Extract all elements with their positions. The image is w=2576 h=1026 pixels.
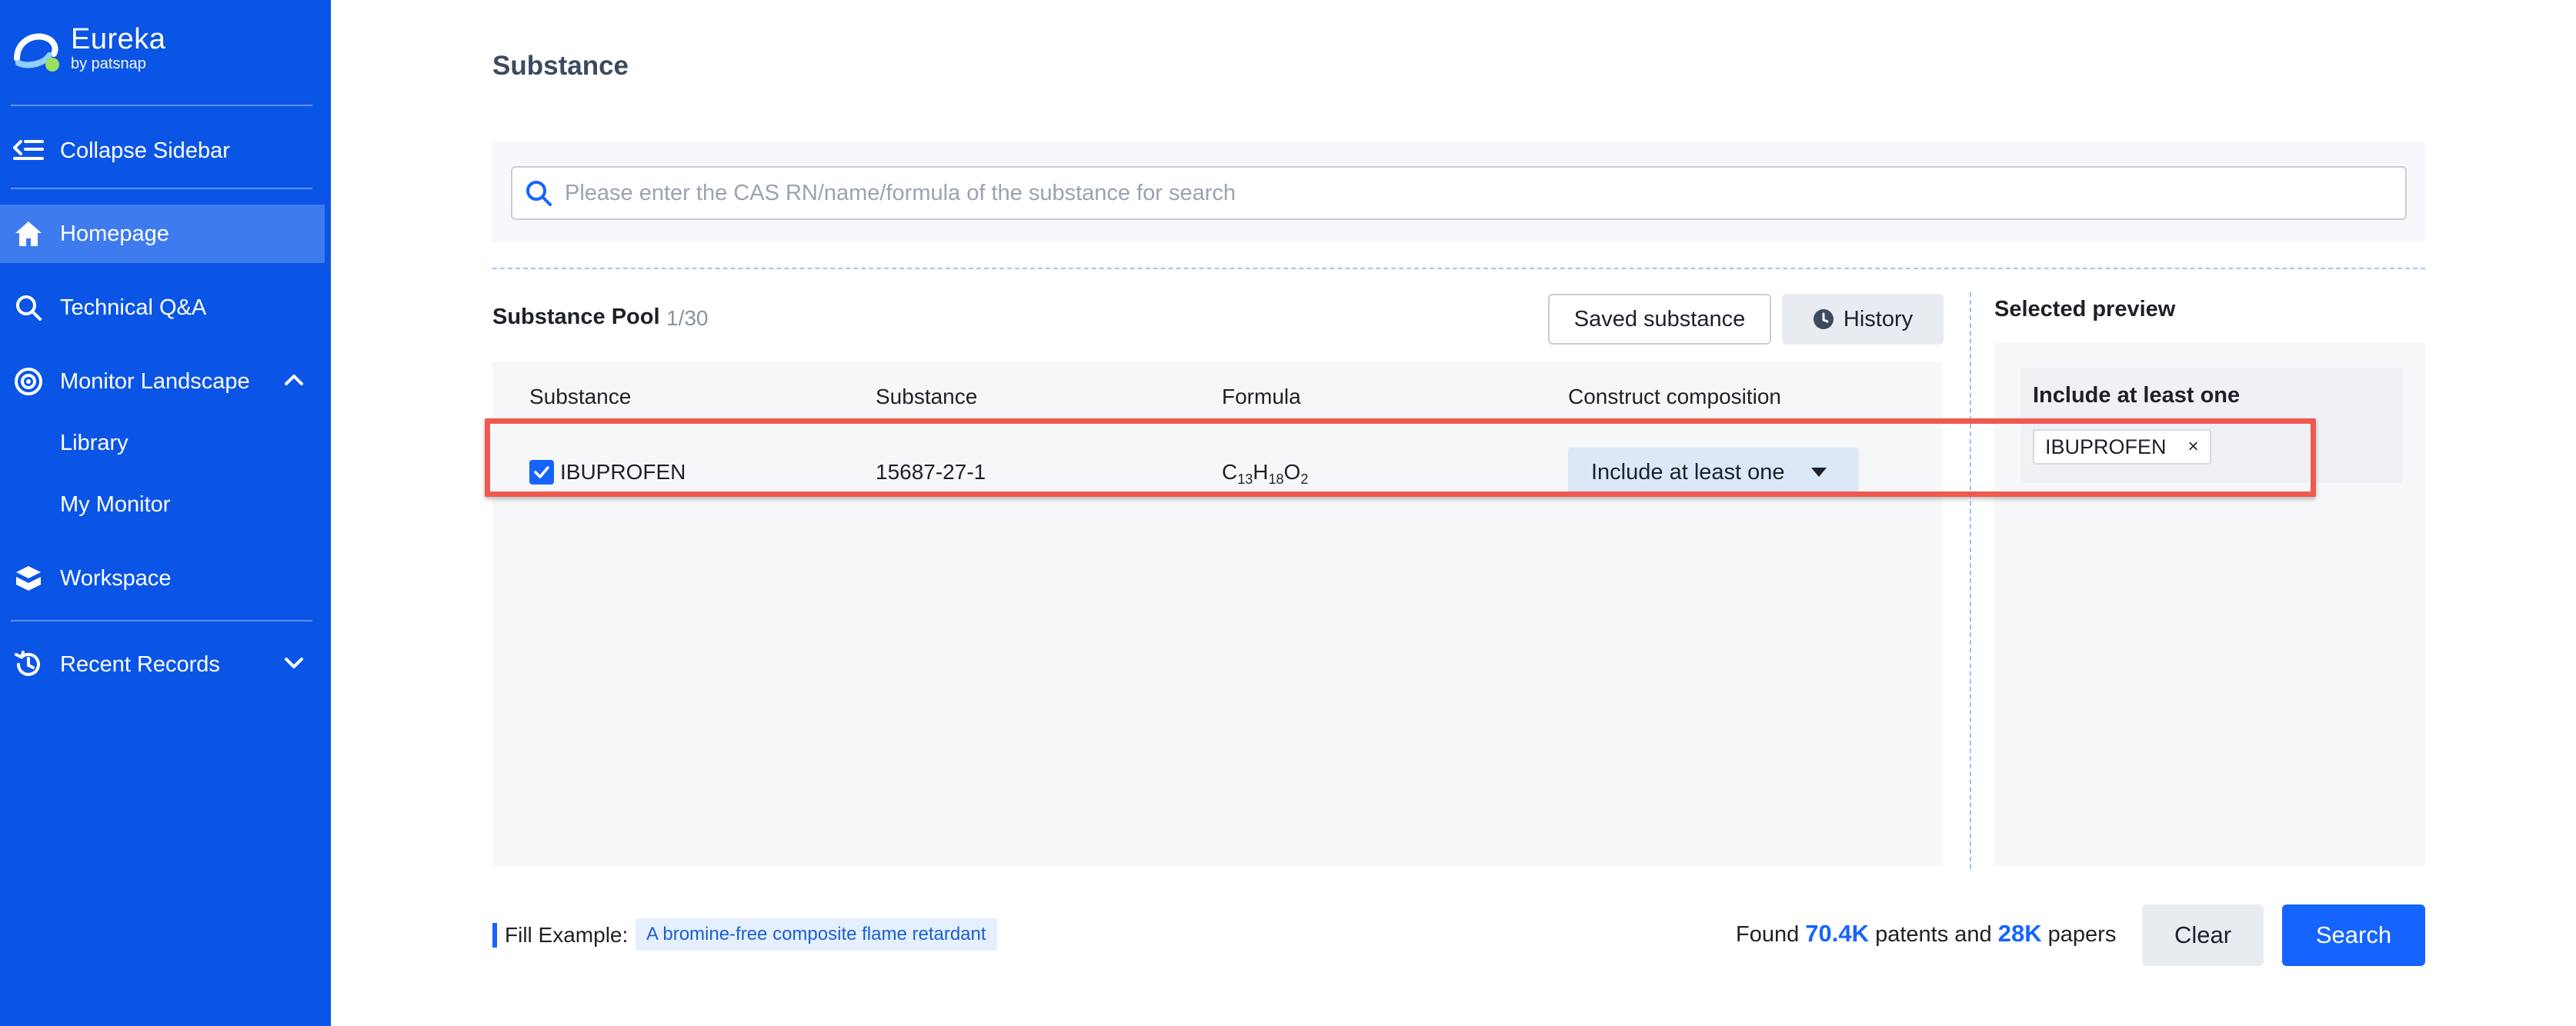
clock-icon (1813, 308, 1834, 330)
substance-table: Substance Substance Formula Construct co… (492, 361, 1942, 866)
substance-pool-count: 1/30 (666, 306, 709, 331)
chevron-down-icon[interactable] (283, 652, 305, 674)
sidebar-item-workspace[interactable]: Workspace (0, 549, 325, 608)
fill-example-label: Fill Example: (505, 923, 628, 948)
panel-divider (1970, 292, 1971, 869)
substance-name: IBUPROFEN (560, 460, 686, 485)
logo-text: Eureka (71, 23, 165, 56)
patents-text: patents and (1875, 922, 1992, 947)
clear-button[interactable]: Clear (2142, 904, 2264, 966)
sidebar-item-monitor-landscape[interactable]: Monitor Landscape (0, 352, 325, 411)
tag-label: IBUPROFEN (2045, 435, 2167, 459)
selected-preview-panel: Include at least one IBUPROFEN × (1994, 343, 2425, 866)
sidebar-item-label: Workspace (60, 566, 172, 591)
papers-count: 28K (1998, 920, 2042, 947)
column-header-cas: Substance (876, 385, 977, 409)
sidebar-divider (11, 620, 312, 621)
collapse-sidebar-button[interactable]: Collapse Sidebar (0, 122, 325, 180)
search-icon (525, 179, 552, 207)
saved-substance-label: Saved substance (1574, 307, 1745, 332)
column-header-composition: Construct composition (1568, 385, 1781, 409)
results-summary: Found 70.4K patents and 28K papers (1736, 920, 2116, 948)
substance-pool-title: Substance Pool (492, 305, 660, 330)
fill-example-text: A bromine-free composite flame retardant (646, 924, 986, 945)
close-icon[interactable]: × (2188, 436, 2199, 458)
sidebar-subitem-my-monitor[interactable]: My Monitor (60, 492, 170, 518)
column-header-substance: Substance (529, 385, 631, 409)
check-icon (532, 463, 551, 481)
substance-search-input[interactable] (565, 181, 2405, 206)
eureka-logo-icon (11, 25, 65, 78)
sidebar: Eureka by patsnap Collapse Sidebar Homep… (0, 0, 331, 1026)
selected-preview-title: Selected preview (1994, 297, 2175, 322)
sidebar-item-label: Monitor Landscape (60, 369, 250, 395)
composition-dropdown[interactable]: Include at least one (1568, 448, 1859, 497)
sidebar-subitem-library[interactable]: Library (60, 431, 128, 456)
substance-formula: C13H18O2 (1222, 460, 1308, 488)
monitor-icon (12, 365, 45, 398)
search-label: Search (2316, 921, 2391, 949)
accent-bar (492, 923, 497, 948)
substance-cas: 15687-27-1 (876, 460, 986, 485)
sidebar-item-homepage[interactable]: Homepage (0, 205, 325, 263)
fill-example-chip[interactable]: A bromine-free composite flame retardant (636, 918, 997, 951)
page-title: Substance (492, 51, 629, 82)
saved-substance-button[interactable]: Saved substance (1548, 294, 1771, 345)
logo-subtext: by patsnap (71, 55, 146, 73)
patents-count: 70.4K (1805, 920, 1869, 947)
sidebar-item-label: Recent Records (60, 652, 220, 678)
collapse-icon (12, 135, 45, 167)
history-button[interactable]: History (1782, 294, 1944, 345)
sidebar-divider (11, 188, 312, 189)
eureka-logo[interactable]: Eureka by patsnap (11, 22, 195, 75)
sidebar-item-technical-qa[interactable]: Technical Q&A (0, 278, 325, 337)
sidebar-item-recent-records[interactable]: Recent Records (0, 635, 325, 694)
search-icon (12, 291, 45, 324)
row-checkbox[interactable] (529, 460, 554, 485)
clear-label: Clear (2174, 921, 2231, 949)
sidebar-divider (11, 105, 312, 106)
collapse-sidebar-label: Collapse Sidebar (60, 138, 230, 164)
caret-down-icon (1811, 468, 1827, 477)
search-button[interactable]: Search (2282, 904, 2425, 966)
table-row[interactable]: IBUPROFEN 15687-27-1 C13H18O2 Include at… (492, 428, 1942, 512)
sidebar-item-label: Technical Q&A (60, 295, 206, 321)
home-icon (12, 218, 45, 250)
history-icon (12, 648, 45, 681)
found-prefix: Found (1736, 922, 1799, 947)
history-label: History (1844, 307, 1913, 332)
section-divider (492, 268, 2425, 269)
preview-group: Include at least one IBUPROFEN × (2020, 368, 2402, 483)
papers-text: papers (2048, 922, 2117, 947)
selected-substance-tag: IBUPROFEN × (2033, 429, 2211, 465)
chevron-up-icon[interactable] (283, 369, 305, 391)
column-header-formula: Formula (1222, 385, 1301, 409)
sidebar-item-label: Homepage (60, 222, 169, 247)
preview-group-title: Include at least one (2033, 383, 2240, 408)
search-panel (492, 142, 2425, 243)
workspace-icon (12, 562, 45, 595)
composition-value: Include at least one (1591, 460, 1785, 485)
search-box[interactable] (511, 166, 2407, 220)
